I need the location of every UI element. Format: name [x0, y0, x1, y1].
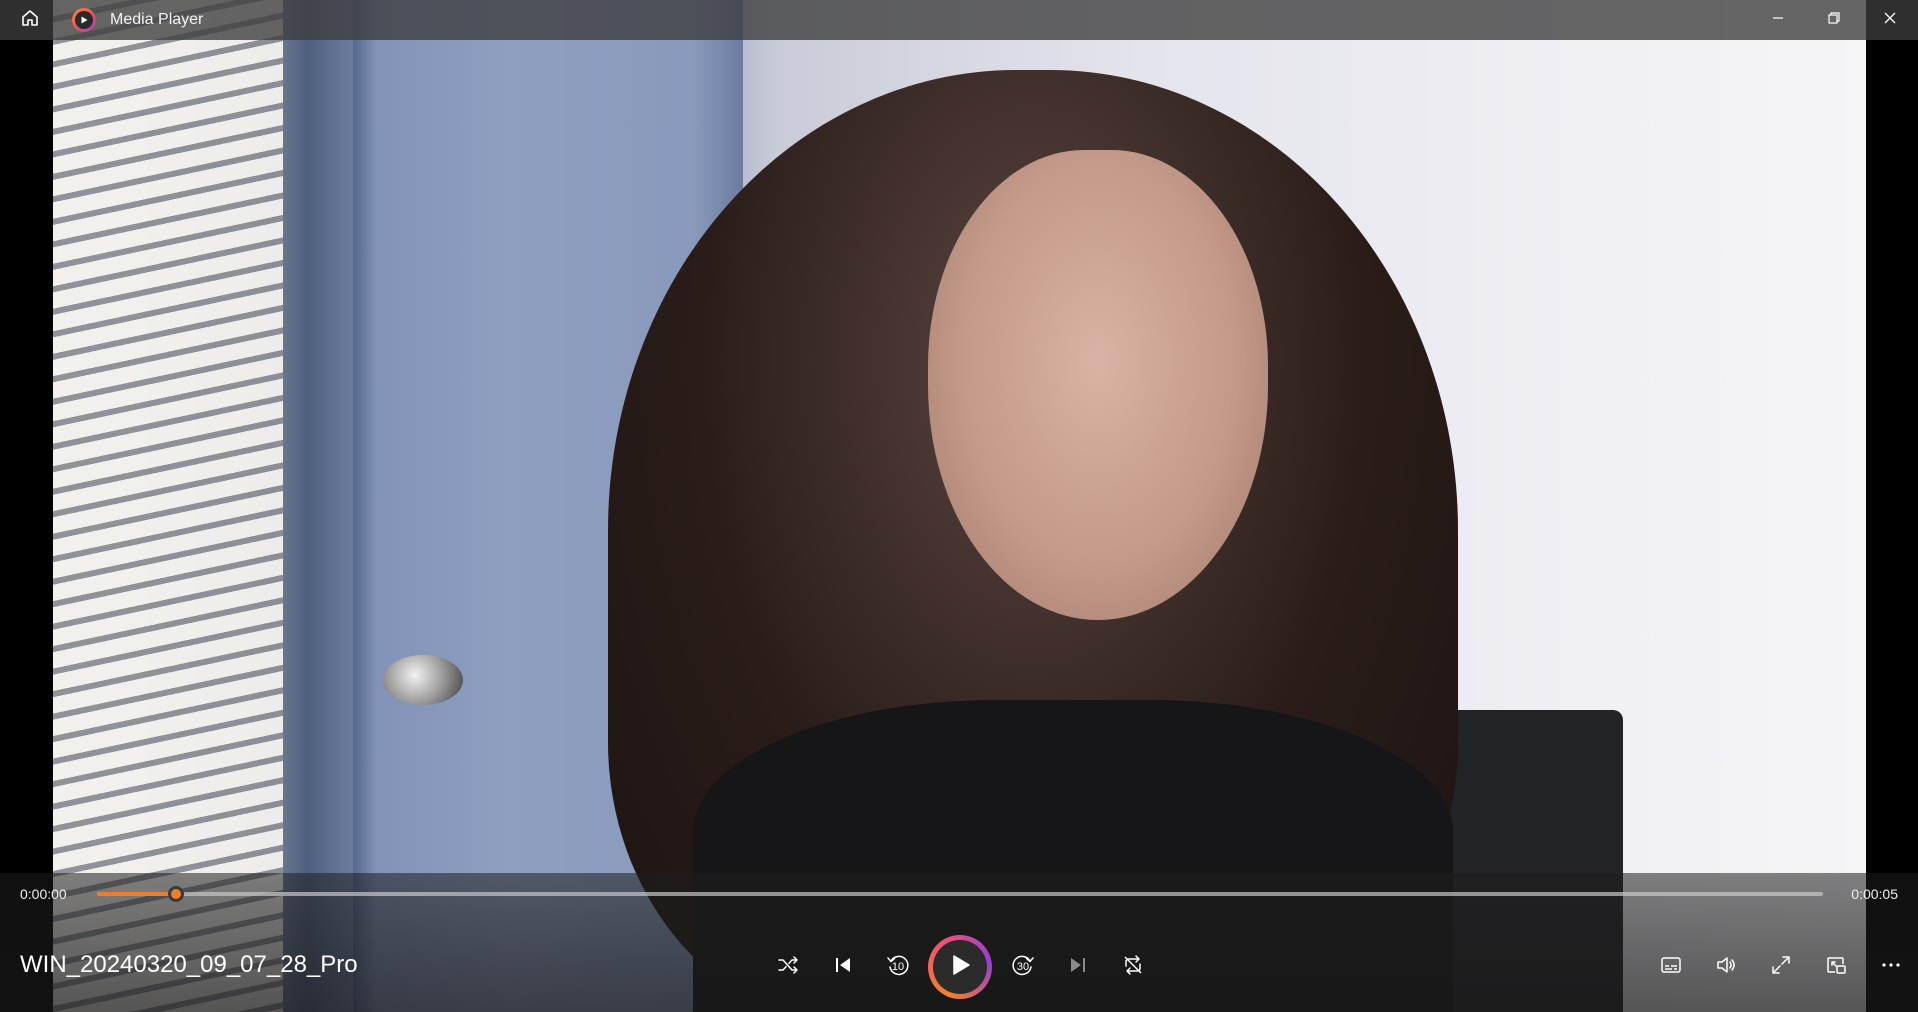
video-frame — [53, 0, 1866, 1012]
secondary-controls — [1643, 937, 1918, 997]
restore-button[interactable] — [1806, 0, 1862, 40]
previous-button[interactable] — [815, 937, 870, 997]
person-face — [928, 150, 1268, 620]
seek-progress — [97, 892, 177, 896]
title-bar: Media Player — [0, 0, 1918, 40]
play-button[interactable] — [925, 935, 995, 999]
seek-bar[interactable] — [97, 886, 1823, 902]
next-button[interactable] — [1050, 937, 1105, 997]
minimize-button[interactable] — [1750, 0, 1806, 40]
close-button[interactable] — [1862, 0, 1918, 40]
volume-button[interactable] — [1698, 937, 1753, 997]
shuffle-icon — [777, 954, 799, 981]
transport-controls: 10 30 — [760, 935, 1160, 999]
app-title: Media Player — [110, 11, 204, 28]
total-time: 0:00:05 — [1851, 886, 1898, 902]
skip-back-button[interactable]: 10 — [870, 937, 925, 997]
close-icon — [1883, 11, 1897, 30]
skip-back-icon: 10 — [885, 952, 911, 983]
window-blinds — [53, 0, 283, 1012]
play-button-ring — [928, 935, 992, 999]
mini-player-button[interactable] — [1808, 937, 1863, 997]
skip-back-label: 10 — [891, 961, 903, 973]
media-player-logo-icon — [72, 8, 96, 32]
fullscreen-button[interactable] — [1753, 937, 1808, 997]
current-time: 0:00:00 — [20, 886, 67, 902]
shuffle-button[interactable] — [760, 937, 815, 997]
home-icon — [20, 8, 40, 33]
window-controls — [1750, 0, 1918, 40]
door-knob — [383, 655, 463, 705]
previous-icon — [832, 954, 854, 981]
mini-player-icon — [1825, 954, 1847, 981]
fullscreen-icon — [1770, 954, 1792, 981]
more-button[interactable] — [1863, 937, 1918, 997]
captions-icon — [1660, 954, 1682, 981]
skip-forward-label: 30 — [1016, 961, 1028, 973]
repeat-button[interactable] — [1105, 937, 1160, 997]
captions-button[interactable] — [1643, 937, 1698, 997]
volume-icon — [1715, 954, 1737, 981]
home-button[interactable] — [0, 0, 60, 40]
repeat-icon — [1122, 954, 1144, 981]
media-title: WIN_20240320_09_07_28_Pro — [20, 951, 358, 978]
play-icon — [948, 953, 972, 982]
video-area[interactable] — [0, 0, 1918, 1012]
more-icon — [1880, 954, 1902, 981]
next-icon — [1067, 954, 1089, 981]
skip-forward-icon: 30 — [1010, 952, 1036, 983]
restore-icon — [1827, 11, 1841, 30]
skip-forward-button[interactable]: 30 — [995, 937, 1050, 997]
minimize-icon — [1771, 11, 1785, 30]
